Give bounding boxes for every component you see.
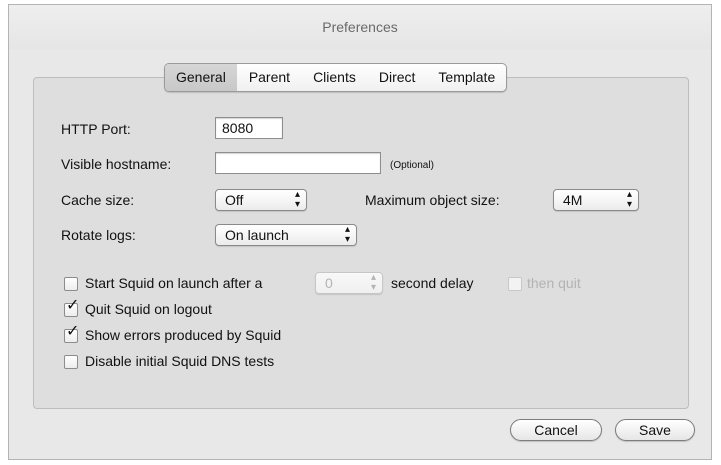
visible-hostname-label: Visible hostname: (61, 156, 172, 172)
disable-dns-label: Disable initial Squid DNS tests (85, 353, 275, 369)
then-quit-checkbox[interactable] (508, 277, 522, 291)
rotate-logs-value: On launch (225, 227, 289, 243)
preferences-window: Preferences General Parent Clients Direc… (8, 4, 712, 460)
cancel-button[interactable]: Cancel (510, 419, 602, 441)
up-down-arrows-icon: ▴ ▾ (294, 189, 300, 210)
checkmark-icon: ✓ (66, 297, 80, 314)
up-down-arrows-icon: ▴ ▾ (344, 224, 350, 245)
max-object-size-label: Maximum object size: (365, 192, 500, 208)
then-quit-label: then quit (527, 275, 581, 291)
up-down-arrows-icon: ▴ ▾ (626, 189, 632, 210)
delay-suffix-label: second delay (391, 275, 474, 291)
start-on-launch-label: Start Squid on launch after a (85, 275, 263, 291)
max-object-size-popup[interactable]: 4M ▴ ▾ (553, 189, 639, 211)
cache-size-value: Off (225, 192, 244, 208)
cache-size-popup[interactable]: Off ▴ ▾ (215, 189, 307, 211)
tab-general[interactable]: General (165, 64, 237, 91)
disable-dns-checkbox[interactable] (64, 355, 78, 369)
http-port-label: HTTP Port: (61, 121, 131, 137)
delay-stepper[interactable]: 0 ▴ ▾ (315, 272, 383, 294)
quit-on-logout-checkbox[interactable]: ✓ (64, 298, 79, 317)
up-down-arrows-icon: ▴ ▾ (370, 272, 376, 293)
optional-note: (Optional) (390, 160, 434, 171)
rotate-logs-popup[interactable]: On launch ▴ ▾ (215, 224, 357, 246)
visible-hostname-field[interactable] (215, 152, 381, 174)
tab-direct[interactable]: Direct (367, 64, 427, 91)
checkmark-icon: ✓ (66, 323, 80, 340)
show-errors-label: Show errors produced by Squid (85, 327, 282, 343)
cache-size-label: Cache size: (61, 192, 135, 208)
http-port-field[interactable]: 8080 (215, 117, 283, 139)
tab-template[interactable]: Template (426, 64, 506, 91)
tab-bar: General Parent Clients Direct Template (164, 63, 508, 92)
window-title: Preferences (9, 5, 711, 49)
save-button[interactable]: Save (615, 419, 695, 441)
rotate-logs-label: Rotate logs: (61, 227, 136, 243)
max-object-size-value: 4M (563, 192, 583, 208)
start-on-launch-checkbox[interactable] (64, 277, 78, 291)
show-errors-checkbox[interactable]: ✓ (64, 324, 79, 343)
tab-clients[interactable]: Clients (301, 64, 367, 91)
delay-value: 0 (325, 275, 333, 291)
quit-on-logout-label: Quit Squid on logout (85, 301, 212, 317)
tab-parent[interactable]: Parent (237, 64, 301, 91)
